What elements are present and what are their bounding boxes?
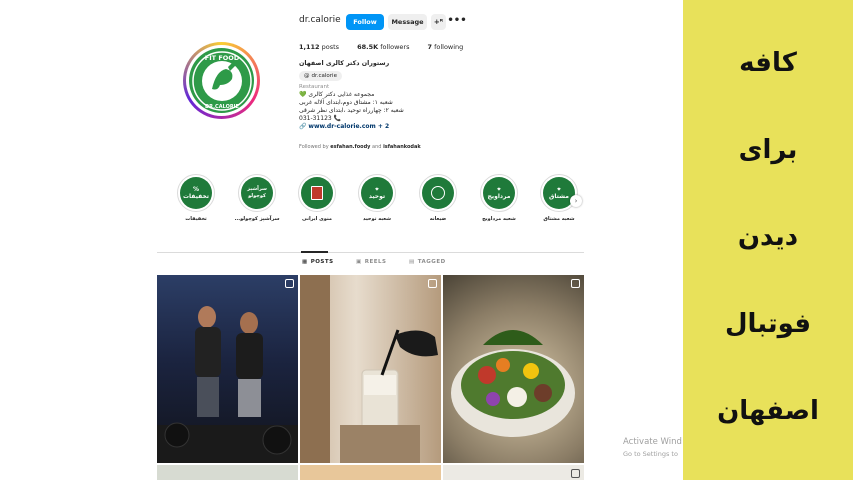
website-link[interactable]: www.dr-calorie.com + 2 <box>308 123 389 130</box>
post-thumbnail[interactable] <box>157 275 298 463</box>
highlight-label: شعبه مرداویج <box>482 216 516 222</box>
tab-tagged[interactable]: ▤ TAGGED <box>409 259 446 265</box>
threads-handle: dr.calorie <box>311 73 337 79</box>
more-options-icon[interactable]: ••• <box>447 12 466 28</box>
multi-image-icon <box>428 279 437 288</box>
watermark-subtitle: Go to Settings to <box>623 450 678 458</box>
highlight-item[interactable]: ⌖ مرداویج شعبه مرداویج <box>474 174 524 222</box>
tab-reels-label: REELS <box>364 259 387 265</box>
avatar-text-top: FIT FOOD <box>204 54 239 62</box>
highlight-label: تخفیفات <box>185 216 207 222</box>
bio-link-row[interactable]: 🔗 www.dr-calorie.com + 2 <box>299 123 449 131</box>
highlight-ring: % تخفیفات <box>177 174 215 212</box>
highlight-cover: سرآشپز کوچولو <box>241 177 273 209</box>
highlight-ring: ⌖ توحید <box>358 174 396 212</box>
followed-by[interactable]: Followed by esfahan.foody and isfahankod… <box>299 144 421 150</box>
highlight-ring <box>298 174 336 212</box>
add-person-icon[interactable]: +ᴿ <box>431 14 446 30</box>
post-thumbnail[interactable] <box>157 465 298 480</box>
followed-by-prefix: Followed by <box>299 144 329 150</box>
post-thumbnail[interactable] <box>300 465 441 480</box>
location-pin-icon: ⌖ مرداویج <box>483 177 515 209</box>
promo-line: دیدن <box>737 222 799 252</box>
tab-posts[interactable]: ▦ POSTS <box>302 259 334 265</box>
followed-by-and: and <box>372 144 382 150</box>
profile-display-name: رستوران دکتر کالری اصفهان <box>299 60 390 67</box>
tab-reels[interactable]: ▣ REELS <box>356 259 386 265</box>
location-pin-icon: ⌖ توحید <box>361 177 393 209</box>
post-image-drink <box>300 275 438 463</box>
highlight-ring: سرآشپز کوچولو <box>238 174 276 212</box>
profile-category: Restaurant <box>299 84 330 90</box>
highlight-label: شعبه توحید <box>362 216 392 222</box>
following-count: 7 <box>427 43 432 51</box>
profile-bio: رستوران دکتر کالری اصفهان @ dr.calorie R… <box>299 60 449 131</box>
post-image-gym <box>157 306 298 463</box>
followed-by-user[interactable]: esfahan.foody <box>330 144 370 150</box>
highlight-item[interactable]: سرآشپز کوچولو سرآشپز کوچولو... <box>232 174 282 222</box>
highlight-label: منوی ایرانی <box>302 216 332 222</box>
post-thumbnail[interactable] <box>443 275 584 463</box>
highlight-ring <box>419 174 457 212</box>
bio-line: شعبه ۲: چهارراه توحید ،ابتدای نظر شرقی <box>299 107 404 114</box>
threads-badge[interactable]: @ dr.calorie <box>299 71 342 81</box>
promo-line: اصفهان <box>717 396 819 426</box>
avatar-frame: FIT FOOD DR.CALORIE <box>186 45 257 116</box>
profile-username: dr.calorie <box>299 15 341 25</box>
chevron-right-icon[interactable]: › <box>570 195 582 207</box>
windows-activation-watermark: Activate Wind Go to Settings to <box>623 436 682 460</box>
post-thumbnail[interactable] <box>443 465 584 480</box>
followers-label: followers <box>380 43 410 51</box>
following-label: following <box>434 43 464 51</box>
profile-stats: 1,112 posts 68.5K followers 7 following <box>299 43 463 51</box>
avatar-text-bottom: DR.CALORIE <box>205 104 240 110</box>
highlight-item[interactable]: % تخفیفات تخفیفات <box>171 174 221 222</box>
active-tab-indicator <box>301 251 328 253</box>
follow-button[interactable]: Follow <box>346 14 384 30</box>
highlight-item[interactable]: ضیعانه <box>413 174 463 222</box>
promo-line: کافه <box>739 48 797 78</box>
post-image-salad <box>451 330 575 437</box>
followed-by-user[interactable]: isfahankodak <box>383 144 421 150</box>
highlight-label: ضیعانه <box>429 216 447 222</box>
profile-avatar[interactable]: FIT FOOD DR.CALORIE <box>183 42 260 119</box>
followers-stat[interactable]: 68.5K followers <box>357 43 409 51</box>
highlight-item[interactable]: منوی ایرانی <box>292 174 342 222</box>
link-icon: 🔗 <box>299 123 307 130</box>
multi-image-icon <box>571 469 580 478</box>
multi-image-icon <box>285 279 294 288</box>
tab-posts-label: POSTS <box>310 259 334 265</box>
promo-line: برای <box>738 135 798 165</box>
watermark-title: Activate Wind <box>623 437 682 447</box>
fit-food-logo-icon: FIT FOOD DR.CALORIE <box>191 50 252 111</box>
tagged-icon: ▤ <box>409 259 415 265</box>
avatar-logo: FIT FOOD DR.CALORIE <box>189 48 254 113</box>
menu-book-icon <box>301 177 333 209</box>
highlight-label: سرآشپز کوچولو... <box>234 216 280 222</box>
threads-icon: @ <box>304 73 310 79</box>
followers-count: 68.5K <box>357 43 379 51</box>
post-thumbnail[interactable] <box>300 275 441 463</box>
highlight-label: شعبه مشتاق <box>543 216 575 222</box>
bio-line: 031-31123 📞 <box>299 115 342 122</box>
multi-image-icon <box>571 279 580 288</box>
posts-count: 1,112 <box>299 43 320 51</box>
highlight-item[interactable]: ⌖ توحید شعبه توحید <box>352 174 402 222</box>
tabs-divider <box>157 252 584 253</box>
posts-stat[interactable]: 1,112 posts <box>299 43 339 51</box>
highlight-ring: ⌖ مرداویج <box>480 174 518 212</box>
promo-line: فوتبال <box>724 309 812 339</box>
promo-side-panel: کافه برای دیدن فوتبال اصفهان <box>683 0 853 480</box>
tab-tagged-label: TAGGED <box>417 259 446 265</box>
message-button[interactable]: Message <box>388 14 427 30</box>
highlight-cover: % تخفیفات <box>180 177 212 209</box>
following-stat[interactable]: 7 following <box>427 43 463 51</box>
reels-icon: ▣ <box>356 259 362 265</box>
bio-line: شعبه ۱: مشتاق دوم،ابتدای آلاله غربی <box>299 99 393 106</box>
bio-line: مجموعه غذایی دکتر کالری 💚 <box>299 91 375 98</box>
posts-label: posts <box>321 43 340 51</box>
instagram-profile-screen: FIT FOOD DR.CALORIE dr.calorie Follow Me… <box>0 0 853 480</box>
grid-icon: ▦ <box>302 259 308 265</box>
food-plate-icon <box>422 177 454 209</box>
